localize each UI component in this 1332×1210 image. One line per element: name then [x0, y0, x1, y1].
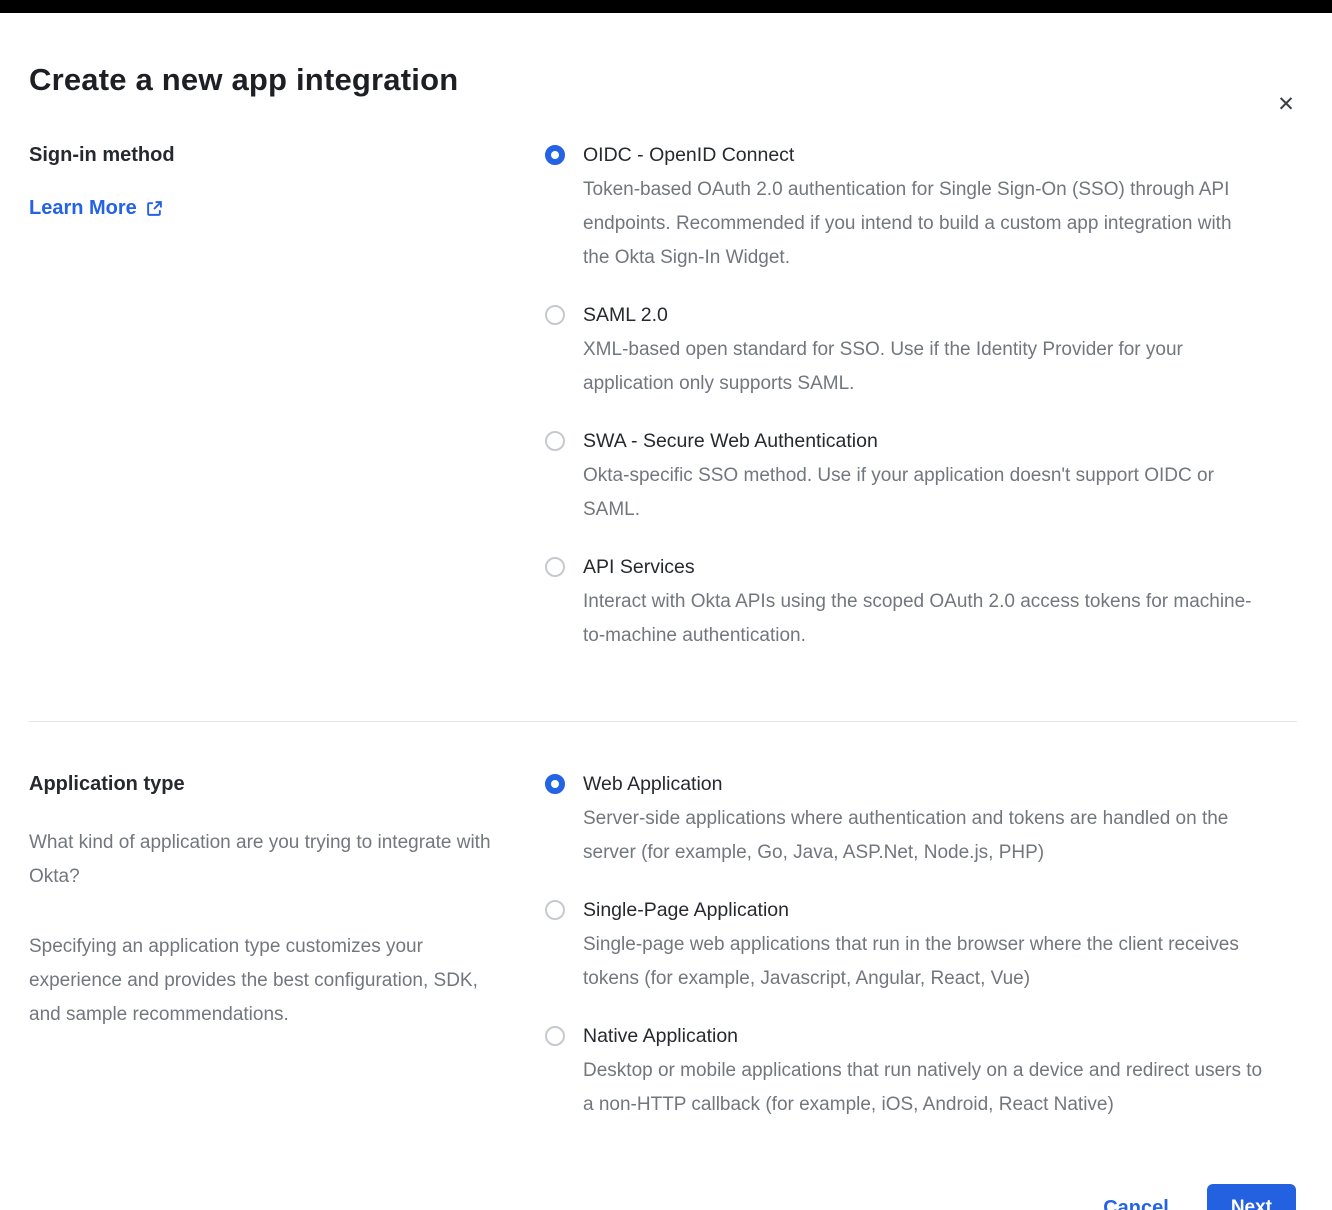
- radio-option-description: Desktop or mobile applications that run …: [583, 1054, 1263, 1122]
- signin-method-left-column: Sign-in method Learn More: [29, 144, 545, 653]
- radio-option-oidc[interactable]: OIDC - OpenID Connect Token-based OAuth …: [545, 144, 1263, 275]
- application-type-label: Application type: [29, 773, 545, 796]
- radio-option-description: Server-side applications where authentic…: [583, 802, 1263, 870]
- radio-icon[interactable]: [545, 900, 565, 920]
- radio-option-label: SWA - Secure Web Authentication: [583, 430, 1263, 453]
- top-black-bar: [0, 0, 1332, 13]
- radio-option-label: SAML 2.0: [583, 304, 1263, 327]
- radio-icon[interactable]: [545, 557, 565, 577]
- radio-option-description: Token-based OAuth 2.0 authentication for…: [583, 173, 1263, 275]
- page-title: Create a new app integration: [29, 62, 1297, 98]
- application-type-left-column: Application type What kind of applicatio…: [29, 773, 545, 1122]
- dialog-footer: Cancel Next: [0, 1184, 1332, 1210]
- application-type-explanation: Specifying an application type customize…: [29, 930, 507, 1032]
- radio-option-label: Web Application: [583, 773, 1263, 796]
- radio-option-native-application[interactable]: Native Application Desktop or mobile app…: [545, 1025, 1263, 1122]
- external-link-icon: [146, 200, 163, 217]
- signin-method-section: Sign-in method Learn More OIDC - OpenID …: [0, 144, 1332, 653]
- radio-option-label: Native Application: [583, 1025, 1263, 1048]
- radio-option-saml[interactable]: SAML 2.0 XML-based open standard for SSO…: [545, 304, 1263, 401]
- radio-option-description: Single-page web applications that run in…: [583, 928, 1263, 996]
- radio-icon[interactable]: [545, 774, 565, 794]
- radio-option-description: XML-based open standard for SSO. Use if …: [583, 333, 1263, 401]
- signin-method-options: OIDC - OpenID Connect Token-based OAuth …: [545, 144, 1263, 653]
- application-type-options: Web Application Server-side applications…: [545, 773, 1263, 1122]
- radio-icon[interactable]: [545, 305, 565, 325]
- radio-option-single-page-application[interactable]: Single-Page Application Single-page web …: [545, 899, 1263, 996]
- application-type-question: What kind of application are you trying …: [29, 826, 507, 894]
- close-icon[interactable]: ✕: [1270, 88, 1302, 120]
- create-app-integration-dialog: ✕ Create a new app integration Sign-in m…: [0, 62, 1332, 1210]
- radio-option-api-services[interactable]: API Services Interact with Okta APIs usi…: [545, 556, 1263, 653]
- learn-more-label: Learn More: [29, 197, 137, 220]
- radio-option-label: API Services: [583, 556, 1263, 579]
- radio-option-label: OIDC - OpenID Connect: [583, 144, 1263, 167]
- radio-icon[interactable]: [545, 431, 565, 451]
- learn-more-link[interactable]: Learn More: [29, 197, 163, 220]
- radio-icon[interactable]: [545, 145, 565, 165]
- radio-icon[interactable]: [545, 1026, 565, 1046]
- radio-option-description: Interact with Okta APIs using the scoped…: [583, 585, 1263, 653]
- signin-method-label: Sign-in method: [29, 144, 545, 167]
- radio-option-web-application[interactable]: Web Application Server-side applications…: [545, 773, 1263, 870]
- application-type-section: Application type What kind of applicatio…: [0, 773, 1332, 1122]
- radio-option-description: Okta-specific SSO method. Use if your ap…: [583, 459, 1263, 527]
- radio-option-label: Single-Page Application: [583, 899, 1263, 922]
- section-divider: [29, 721, 1297, 722]
- cancel-button[interactable]: Cancel: [1103, 1197, 1169, 1210]
- radio-option-swa[interactable]: SWA - Secure Web Authentication Okta-spe…: [545, 430, 1263, 527]
- next-button[interactable]: Next: [1207, 1184, 1296, 1210]
